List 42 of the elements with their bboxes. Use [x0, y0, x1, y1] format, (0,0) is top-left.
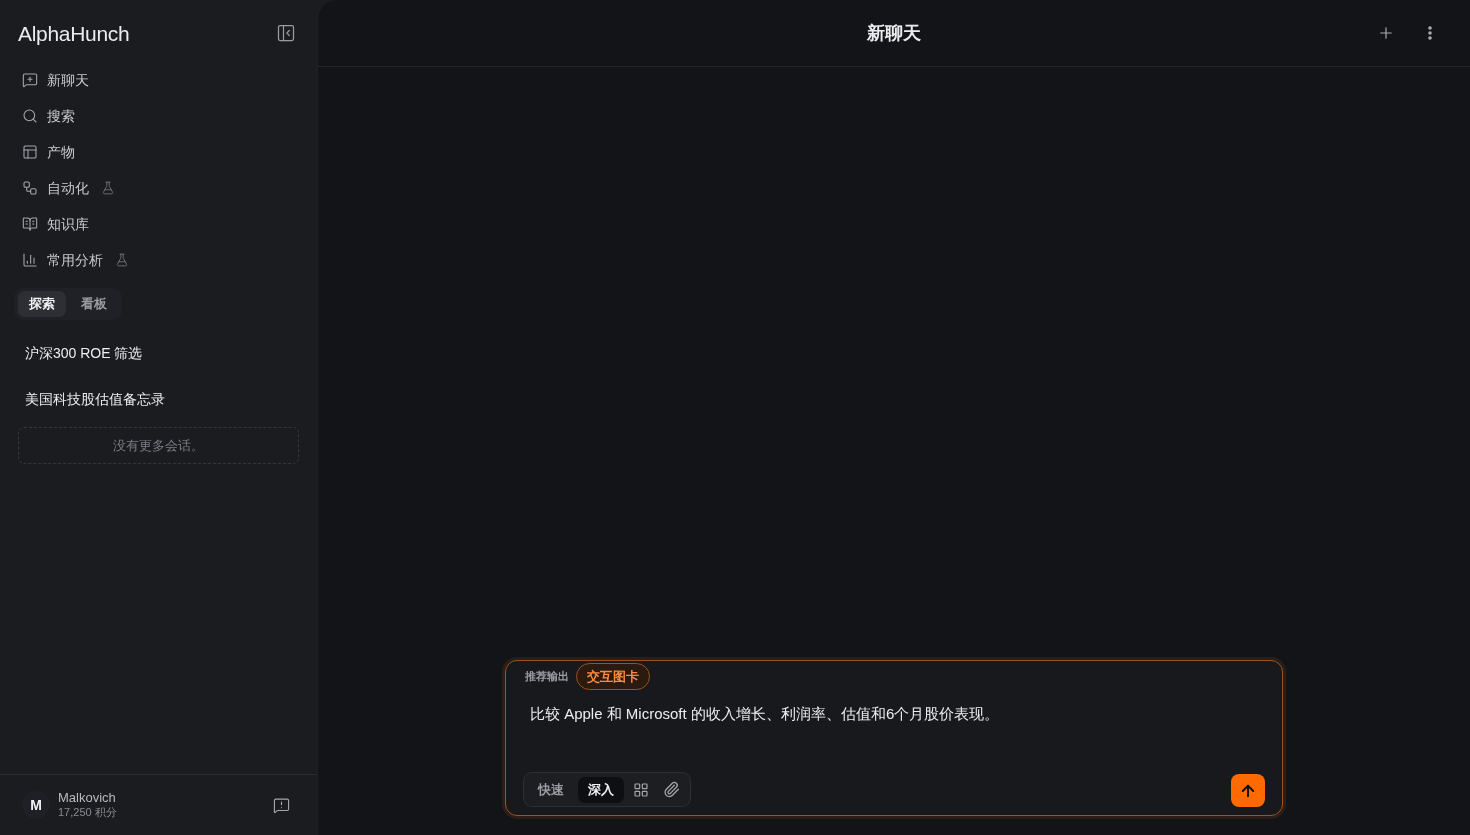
nav-item[interactable]: 搜索 — [14, 98, 303, 134]
mode-option[interactable]: 深入 — [578, 776, 624, 803]
send-button[interactable] — [1231, 774, 1265, 807]
workflow-icon — [22, 180, 38, 196]
nav-item[interactable]: 新聊天 — [14, 62, 303, 98]
prompt-input[interactable]: 比较 Apple 和 Microsoft 的收入增长、利润率、估值和6个月股价表现。 — [506, 690, 1282, 772]
chat-plus-icon — [22, 72, 38, 88]
nav-label: 常用分析 — [47, 250, 103, 270]
app-logo: AlphaHunch — [18, 22, 130, 44]
sidebar-tab[interactable]: 看板 — [70, 291, 118, 317]
plus-icon — [1377, 24, 1395, 42]
paperclip-icon — [662, 781, 680, 798]
nav-item[interactable]: 产物 — [14, 134, 303, 170]
panel-collapse-icon — [276, 23, 296, 43]
mode-option[interactable]: 快速 — [528, 776, 574, 803]
output-label: 推荐输出 — [525, 669, 569, 685]
bar-chart-icon — [22, 252, 38, 268]
user-points: 17,250 积分 — [58, 806, 117, 820]
composer[interactable]: 推荐输出 交互图卡 比较 Apple 和 Microsoft 的收入增长、利润率、估值和6个月股价表现。 快速 深入 — [505, 660, 1283, 816]
nav-label: 新聊天 — [47, 70, 89, 90]
sidebar-tab[interactable]: 探索 — [18, 291, 66, 317]
nav-label: 产物 — [47, 142, 75, 162]
more-vertical-icon — [1428, 26, 1432, 40]
message-alert-icon — [272, 796, 290, 814]
nav-item[interactable]: 常用分析 — [14, 242, 303, 278]
nav-label: 自动化 — [47, 178, 89, 198]
collapse-sidebar-button[interactable] — [275, 22, 297, 44]
conversation-item[interactable]: 沪深300 ROE 筛选 — [14, 330, 303, 376]
empty-conversations-note: 没有更多会话。 — [18, 427, 299, 464]
user-name: Malkovich — [58, 790, 117, 807]
nav-label: 搜索 — [47, 106, 75, 126]
chat-title: 新聊天 — [867, 21, 921, 45]
search-icon — [22, 108, 38, 124]
layout-icon — [22, 144, 38, 160]
grid-icon — [633, 781, 649, 798]
nav-item[interactable]: 自动化 — [14, 170, 303, 206]
nav-item[interactable]: 知识库 — [14, 206, 303, 242]
book-icon — [22, 216, 38, 232]
conversation-item[interactable]: 美国科技股估值备忘录 — [14, 376, 303, 422]
output-chip[interactable]: 交互图卡 — [576, 663, 650, 690]
nav-label: 知识库 — [47, 214, 89, 234]
user-avatar: M — [22, 791, 50, 819]
